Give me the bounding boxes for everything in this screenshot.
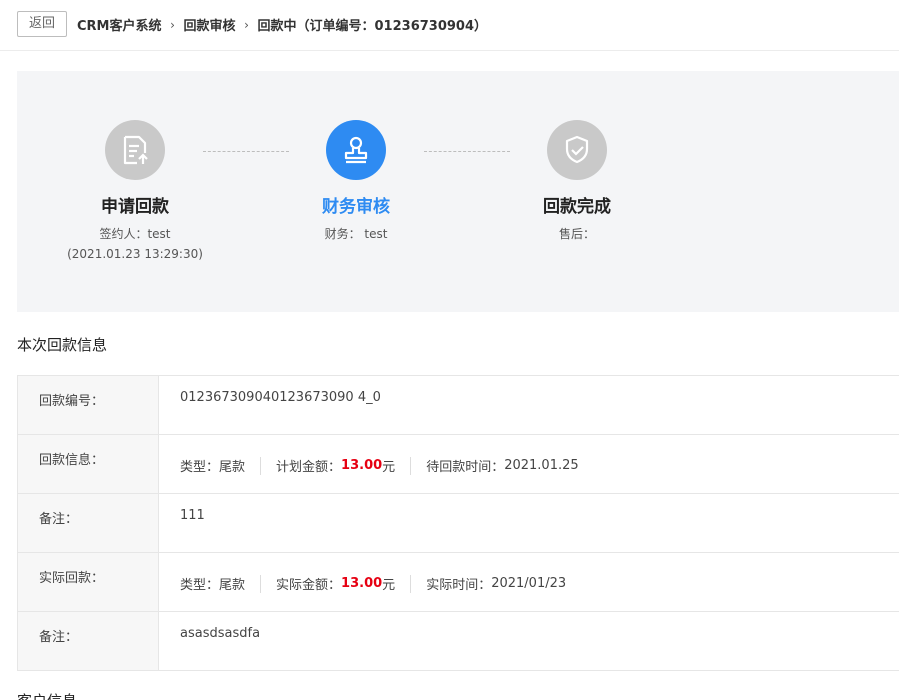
divider	[410, 574, 412, 593]
step-time: (2021.01.23 13:29:30)	[67, 247, 203, 261]
step-aftersales: 售后：	[558, 227, 595, 241]
note-value: 111	[180, 508, 205, 523]
row-label: 回款编号：	[18, 376, 159, 434]
type-value: 尾款	[219, 460, 246, 475]
divider	[410, 456, 412, 475]
step-title: 回款完成	[543, 197, 611, 217]
amount-unit: 元	[382, 460, 396, 475]
breadcrumb: CRM客户系统 › 回款审核 › 回款中（订单编号：01236730904）	[77, 15, 488, 35]
planned-payment-info: 类型： 尾款 计划金额： 13.00 元 待回款时间： 2021.01.25	[180, 456, 579, 475]
actual-payment-info: 类型： 尾款 实际金额： 13.00 元 实际时间： 2021/01/23	[180, 574, 566, 593]
step-title: 财务审核	[322, 197, 390, 217]
table-row: 回款编号： 012367309040123673090 4_0	[18, 376, 899, 435]
table-row: 回款信息： 类型： 尾款 计划金额： 13.00 元 待回款时间： 2021.0…	[18, 435, 899, 494]
time-label: 待回款时间：	[426, 460, 505, 475]
chevron-right-icon: ›	[170, 17, 175, 32]
amount-label: 实际金额：	[276, 578, 342, 593]
type-value: 尾款	[219, 578, 246, 593]
breadcrumb-item-current: 回款中（订单编号：01236730904）	[257, 19, 488, 34]
amount-unit: 元	[382, 578, 396, 593]
row-label: 实际回款：	[18, 553, 159, 611]
stamp-icon	[326, 120, 386, 180]
table-row: 备注： asasdsasdfa	[18, 612, 899, 671]
amount-label: 计划金额：	[276, 460, 342, 475]
table-row: 实际回款： 类型： 尾款 实际金额： 13.00 元 实际时间： 2021/01…	[18, 553, 899, 612]
time-value: 2021.01.25	[504, 458, 579, 473]
breadcrumb-item-crm[interactable]: CRM客户系统	[77, 15, 162, 34]
section-title-payment: 本次回款信息	[17, 336, 108, 354]
amount-value: 13.00	[341, 576, 383, 591]
type-label: 类型：	[180, 460, 220, 475]
breadcrumb-item-review[interactable]: 回款审核	[184, 15, 236, 34]
step-title: 申请回款	[101, 197, 169, 217]
payment-number: 012367309040123673090 4_0	[180, 390, 381, 405]
progress-steps: 申请回款 签约人：test (2021.01.23 13:29:30) 财务审核…	[17, 71, 899, 312]
time-label: 实际时间：	[426, 578, 492, 593]
note-value: asasdsasdfa	[180, 626, 261, 641]
back-button[interactable]: 返回	[17, 11, 67, 37]
shield-check-icon	[547, 120, 607, 180]
time-value: 2021/01/23	[491, 576, 567, 591]
step-connector	[203, 151, 289, 152]
table-row: 备注： 111	[18, 494, 899, 553]
document-upload-icon	[105, 120, 165, 180]
type-label: 类型：	[180, 578, 220, 593]
divider	[260, 456, 262, 475]
step-connector	[424, 151, 510, 152]
chevron-right-icon: ›	[244, 17, 249, 32]
amount-value: 13.00	[341, 458, 383, 473]
row-label: 回款信息：	[18, 435, 159, 493]
step-finance: 财务： test	[324, 227, 388, 241]
top-bar: 返回 CRM客户系统 › 回款审核 › 回款中（订单编号：01236730904…	[0, 0, 899, 51]
payment-info-table: 回款编号： 012367309040123673090 4_0 回款信息： 类型…	[17, 375, 899, 671]
step-signer: 签约人：test	[99, 227, 171, 241]
section-title-customer: 客户信息	[17, 690, 77, 700]
divider	[260, 574, 262, 593]
row-label: 备注：	[18, 494, 159, 552]
row-label: 备注：	[18, 612, 159, 670]
